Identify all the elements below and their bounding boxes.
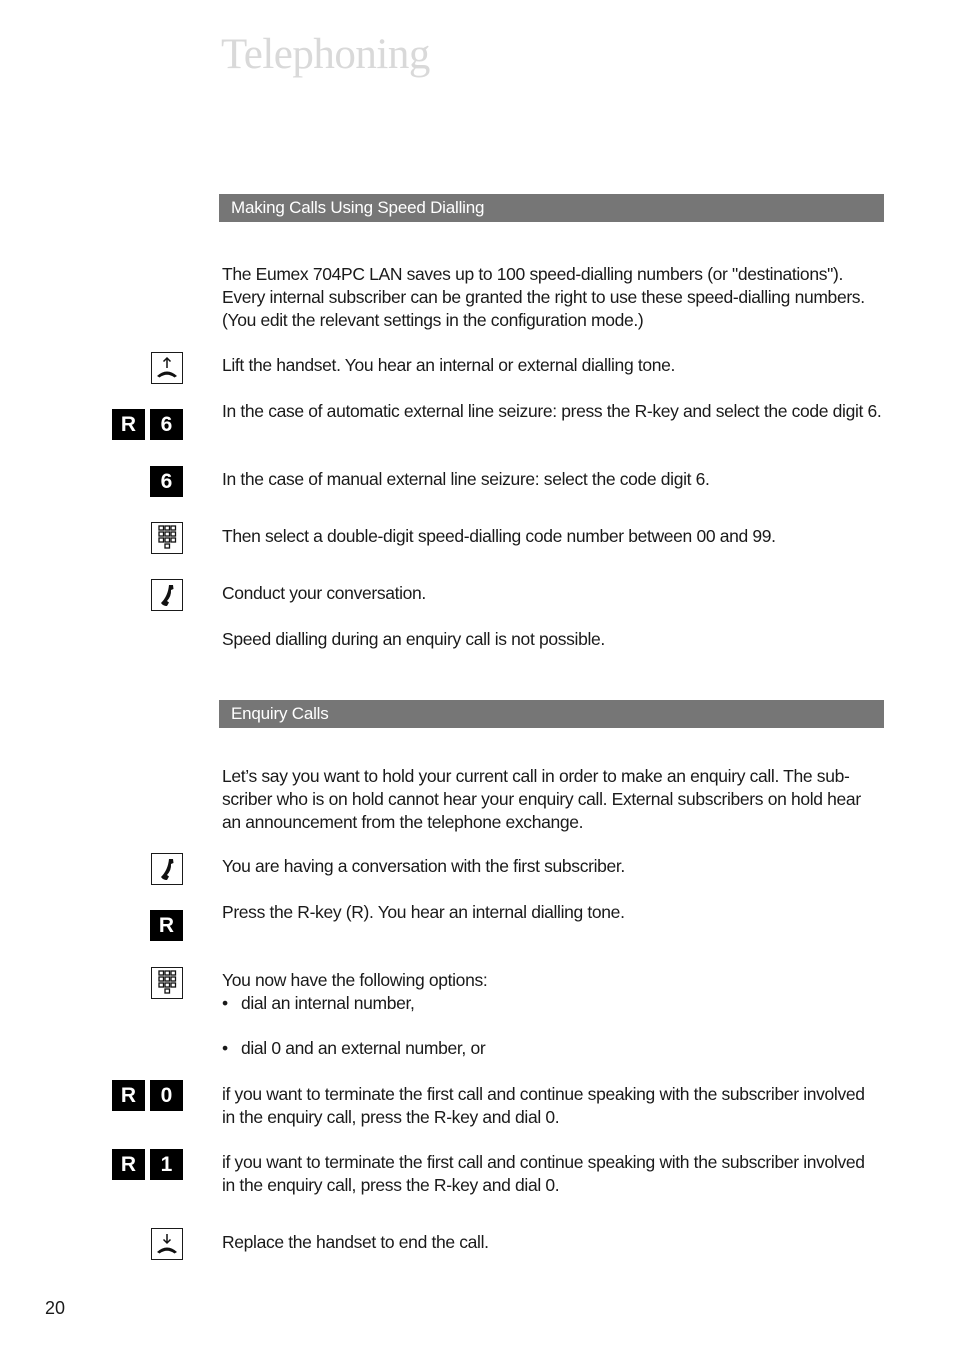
step-manual-seizure: In the case of manual external line seiz… [222,469,710,489]
digit-1-key: 1 [150,1149,183,1180]
digit-6-key: 6 [150,466,183,497]
digit-0-key: 0 [150,1080,183,1111]
page-title: Telephoning [221,31,430,78]
lift-handset-icon [151,352,183,384]
step-replace-handset: Replace the handset to end the call. [222,1232,489,1252]
step-r0-terminate: if you want to terminate the first call … [222,1084,865,1127]
r-key: R [112,1149,145,1180]
option-text: dial 0 and an external number, or [241,1038,486,1058]
enquiry-intro: Let’s say you want to hold your current … [222,766,861,832]
step-lift-handset: Lift the handset. You hear an internal o… [222,355,676,375]
r-key: R [112,409,145,440]
step-first-subscriber: You are having a conversation with the f… [222,856,625,876]
step-options: You now have the following options: [222,970,488,990]
conversation-handset-icon [151,579,183,611]
bullet-symbol: • [222,993,228,1013]
speed-dialling-note: Speed dialling during an enquiry call is… [222,629,605,649]
bullet-symbol: • [222,1038,228,1058]
r-key: R [112,1080,145,1111]
step-press-r: Press the R-key (R). You hear an interna… [222,902,625,922]
speed-dialling-intro: The Eumex 704PC LAN saves up to 100 spee… [222,264,865,330]
section-heading-speed-dialling: Making Calls Using Speed Dialling [219,194,884,222]
digit-6-key: 6 [150,409,183,440]
keypad-icon [151,522,183,554]
option-bullet-item: • dial an internal number, [222,992,415,1015]
page-number: 20 [45,1298,66,1318]
step-r1-terminate: if you want to terminate the first call … [222,1152,865,1195]
step-select-code: Then select a double-digit speed-diallin… [222,526,776,546]
option-bullet-item: • dial 0 and an external number, or [222,1037,486,1060]
replace-handset-icon [151,1228,183,1260]
step-conduct-conversation: Conduct your conversation. [222,583,426,603]
section-heading-enquiry-calls: Enquiry Calls [219,700,884,728]
conversation-handset-icon [151,853,183,885]
keypad-icon [151,967,183,999]
option-text: dial an internal number, [241,993,415,1013]
step-automatic-seizure: In the case of automatic external line s… [222,401,882,421]
r-key: R [150,910,183,941]
